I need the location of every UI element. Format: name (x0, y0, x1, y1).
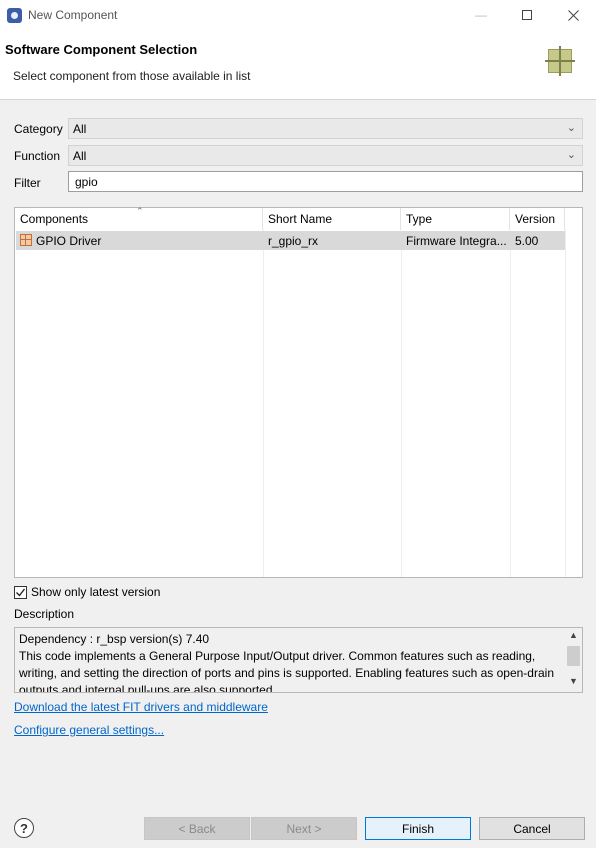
finish-button[interactable]: Finish (365, 817, 471, 840)
table-row[interactable]: GPIO Driver r_gpio_rx Firmware Integra..… (16, 231, 565, 250)
help-icon[interactable]: ? (14, 818, 34, 838)
configure-settings-link[interactable]: Configure general settings... (14, 723, 164, 737)
scroll-thumb[interactable] (567, 646, 580, 666)
cell-short-name: r_gpio_rx (268, 234, 319, 248)
minimize-icon[interactable]: — (458, 0, 504, 30)
wizard-header: Software Component Selection Select comp… (0, 30, 596, 100)
chevron-down-icon: ⌄ (566, 122, 576, 134)
app-icon (7, 7, 22, 23)
download-fit-link[interactable]: Download the latest FIT drivers and midd… (14, 700, 268, 714)
column-divider (263, 230, 264, 577)
column-divider (510, 230, 511, 577)
checkmark-icon (16, 588, 26, 597)
back-button[interactable]: < Back (144, 817, 250, 840)
page-subtitle: Select component from those available in… (13, 69, 251, 83)
close-icon[interactable] (550, 0, 596, 30)
column-header-short-name[interactable]: Short Name (263, 208, 401, 230)
window-controls: — (458, 0, 596, 30)
table-header: ⌃ Components Short Name Type Version (15, 206, 582, 230)
description-body: This code implements a General Purpose I… (19, 649, 554, 693)
scroll-down-icon[interactable]: ▼ (565, 676, 582, 692)
maximize-icon[interactable] (504, 0, 550, 30)
window-title: New Component (28, 8, 118, 22)
function-label: Function (14, 149, 61, 163)
description-dependency: Dependency : r_bsp version(s) 7.40 (19, 632, 210, 646)
column-header-components[interactable]: ⌃ Components (15, 206, 263, 230)
component-grid-icon (20, 234, 32, 246)
title-bar: New Component — (0, 0, 596, 30)
cell-component: GPIO Driver (36, 234, 102, 248)
cancel-button[interactable]: Cancel (479, 817, 585, 840)
page-title: Software Component Selection (5, 42, 198, 57)
components-table: ⌃ Components Short Name Type Version GPI… (14, 206, 583, 578)
next-button[interactable]: Next > (251, 817, 357, 840)
function-value: All (73, 148, 87, 163)
column-header-type[interactable]: Type (401, 208, 510, 230)
cell-type: Firmware Integra... (406, 234, 507, 248)
component-icon (545, 46, 575, 76)
latest-only-option[interactable]: Show only latest version (14, 585, 160, 599)
sort-ascending-icon: ⌃ (136, 206, 144, 216)
chevron-down-icon: ⌄ (566, 149, 576, 161)
category-dropdown[interactable]: All ⌄ (68, 118, 583, 139)
description-text: Dependency : r_bsp version(s) 7.40 This … (19, 631, 559, 693)
column-header-version[interactable]: Version (510, 208, 565, 230)
scroll-up-icon[interactable]: ▲ (565, 630, 582, 646)
latest-only-checkbox[interactable] (14, 585, 27, 599)
description-label: Description (14, 607, 75, 621)
column-divider (401, 230, 402, 577)
description-scrollbar[interactable]: ▲ ▼ (565, 628, 582, 692)
column-divider (565, 230, 566, 577)
category-value: All (73, 121, 87, 136)
filter-label: Filter (14, 176, 41, 190)
function-dropdown[interactable]: All ⌄ (68, 145, 583, 166)
filter-input[interactable] (68, 171, 583, 192)
latest-only-label: Show only latest version (31, 585, 161, 599)
description-box: Dependency : r_bsp version(s) 7.40 This … (14, 627, 583, 693)
cell-version: 5.00 (515, 234, 539, 248)
category-label: Category (14, 122, 63, 136)
